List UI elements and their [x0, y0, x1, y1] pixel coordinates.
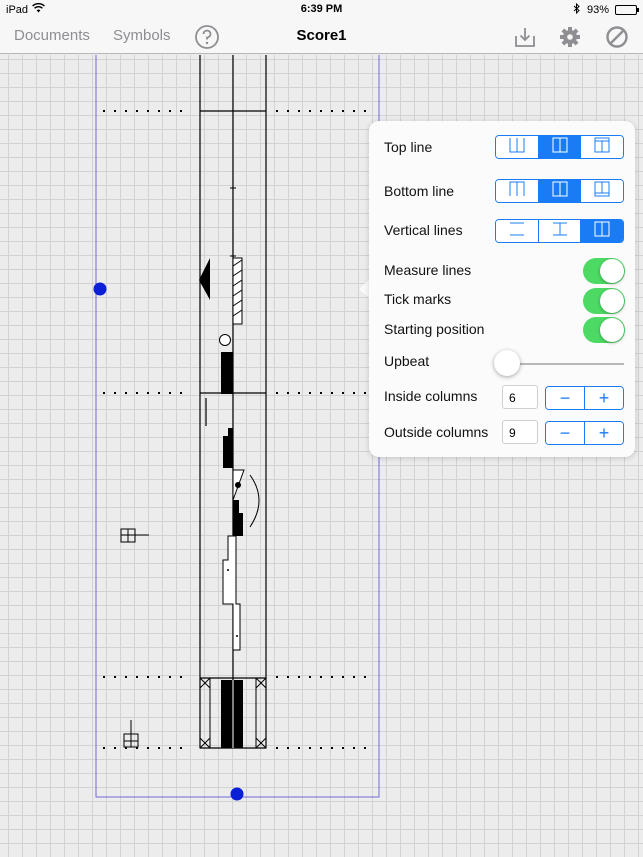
inside-columns-field[interactable]: 6: [502, 385, 538, 409]
resize-handle[interactable]: [230, 787, 244, 801]
direction-symbol: [199, 258, 210, 300]
grid-symbol: [120, 528, 149, 543]
status-time: 6:39 PM: [300, 3, 343, 15]
outside-columns-stepper[interactable]: − +: [545, 421, 624, 445]
support-block: [223, 428, 233, 468]
outside-columns-label: Outside columns: [384, 424, 489, 440]
status-right: 93%: [573, 2, 639, 17]
staff-settings-popover: Top line Bottom line Vertical lines Meas…: [369, 121, 635, 457]
outside-columns-decrement[interactable]: −: [546, 422, 585, 444]
gear-icon[interactable]: [557, 24, 583, 50]
vertical-lines-center-option[interactable]: [538, 220, 582, 242]
toggle-knob: [600, 259, 624, 283]
inside-columns-label: Inside columns: [384, 388, 478, 404]
bottom-line-segmented[interactable]: [495, 179, 624, 203]
toggle-knob: [600, 289, 624, 313]
vertical-lines-label: Vertical lines: [384, 222, 463, 238]
step-dot: [236, 635, 238, 637]
closed-staff-icon: [551, 137, 569, 158]
double-bottom-icon: [593, 181, 611, 202]
prohibited-icon[interactable]: [604, 24, 630, 50]
grid-symbol: [123, 720, 139, 748]
dotted-guides: [103, 110, 375, 749]
navigation-bar: Documents Symbols Score1: [0, 20, 643, 54]
full-lines-icon: [593, 221, 611, 242]
upbeat-slider-knob[interactable]: [494, 350, 520, 376]
top-line-closed-option[interactable]: [538, 136, 582, 158]
closed-staff-icon: [551, 181, 569, 202]
outside-columns-field[interactable]: 9: [502, 420, 538, 444]
document-title: Score1: [296, 27, 347, 44]
top-line-segmented[interactable]: [495, 135, 624, 159]
vertical-lines-full-option[interactable]: [581, 220, 623, 242]
toggle-knob: [600, 318, 624, 342]
open-top-icon: [508, 137, 526, 158]
arc-symbol: [249, 474, 260, 528]
double-top-icon: [593, 137, 611, 158]
hold-symbol: [219, 334, 231, 346]
top-line-label: Top line: [384, 139, 433, 155]
center-line-icon: [551, 221, 569, 242]
starting-position-toggle[interactable]: [583, 317, 625, 343]
hatched-symbol: [232, 257, 243, 325]
battery-icon: [615, 5, 639, 15]
resize-handle[interactable]: [93, 282, 107, 296]
top-line-double-option[interactable]: [581, 136, 623, 158]
measure-lines-label: Measure lines: [384, 262, 472, 278]
bottom-line-double-option[interactable]: [581, 180, 623, 202]
upbeat-label: Upbeat: [384, 353, 430, 369]
export-icon[interactable]: [512, 24, 538, 50]
inside-columns-decrement[interactable]: −: [546, 387, 585, 409]
contact-dot: [235, 482, 241, 488]
bluetooth-icon: [573, 2, 581, 17]
vertical-lines-none-option[interactable]: [496, 220, 539, 242]
horizontal-lines-icon: [508, 221, 526, 242]
support-block: [221, 352, 233, 394]
tick-marks-label: Tick marks: [384, 291, 452, 307]
inside-columns-increment[interactable]: +: [585, 387, 623, 409]
battery-percent: 93%: [586, 4, 609, 16]
inside-columns-stepper[interactable]: − +: [545, 386, 624, 410]
status-bar: iPad 6:39 PM 93%: [0, 0, 643, 20]
vertical-lines-segmented[interactable]: [495, 219, 624, 243]
support-block: [233, 500, 243, 536]
bottom-line-open-option[interactable]: [496, 180, 539, 202]
open-bottom-icon: [508, 181, 526, 202]
outside-columns-increment[interactable]: +: [585, 422, 623, 444]
step-dot: [227, 569, 229, 571]
step-outline: [222, 535, 241, 651]
measure-lines-toggle[interactable]: [583, 258, 625, 284]
support-block: [221, 680, 243, 748]
bottom-line-closed-option[interactable]: [538, 180, 582, 202]
starting-position-label: Starting position: [384, 321, 485, 337]
tick-marks-toggle[interactable]: [583, 288, 625, 314]
bottom-line-label: Bottom line: [384, 183, 455, 199]
top-line-open-option[interactable]: [496, 136, 539, 158]
